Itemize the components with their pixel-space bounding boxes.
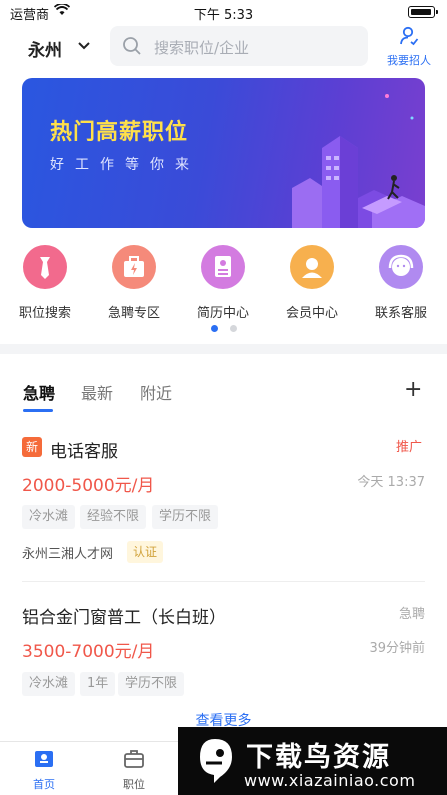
category-job-search[interactable]: 职位搜索 <box>6 245 84 321</box>
new-badge: 新 <box>22 437 42 457</box>
tie-icon <box>23 245 67 289</box>
tag-experience: 经验不限 <box>80 505 147 529</box>
page-dot-active <box>210 325 218 332</box>
recruit-button[interactable]: 我要招人 <box>382 26 436 68</box>
battery-icon <box>408 6 438 18</box>
job-salary: 2000-5000元/月 <box>22 476 155 496</box>
tag-location: 冷水滩 <box>22 505 76 529</box>
category-label: 职位搜索 <box>18 306 71 321</box>
urgent-bag-icon <box>112 245 156 289</box>
job-title[interactable]: 电话客服 <box>50 437 118 462</box>
add-icon[interactable]: + <box>404 377 422 402</box>
banner-subtitle: 好工作等你来 <box>50 157 200 173</box>
home-icon <box>33 751 55 774</box>
status-bar: 运营商 下午 5:33 <box>0 0 447 24</box>
category-service[interactable]: 联系客服 <box>362 245 440 321</box>
member-icon <box>290 245 334 289</box>
row-separator <box>22 581 425 582</box>
tab-urgent[interactable]: 急聘 <box>23 380 55 404</box>
recruit-icon <box>399 26 419 50</box>
tab-nearby[interactable]: 附近 <box>140 380 172 404</box>
page-dot <box>229 325 237 332</box>
tag-experience: 1年 <box>80 672 116 696</box>
tag-education: 学历不限 <box>152 505 219 529</box>
city-illustration <box>292 94 425 228</box>
service-icon <box>379 245 423 289</box>
category-resume[interactable]: 简历中心 <box>184 245 262 321</box>
promo-banner[interactable]: 热门高薪职位 好工作等你来 <box>22 78 425 228</box>
nav-home[interactable]: 首页 <box>14 748 74 792</box>
watermark-logo: 下载鸟资源 www.xiazainiao.com <box>178 727 447 795</box>
chevron-down-icon[interactable] <box>77 38 91 57</box>
nav-label: 首页 <box>33 778 55 791</box>
urgent-label: 急聘 <box>398 607 425 622</box>
job-time: 39分钟前 <box>369 641 425 656</box>
job-salary: 3500-7000元/月 <box>22 642 155 662</box>
tag-location: 冷水滩 <box>22 672 76 696</box>
banner-title: 热门高薪职位 <box>50 120 189 145</box>
verified-badge: 认证 <box>127 541 164 563</box>
company-name[interactable]: 永州三湘人才网 <box>22 543 113 562</box>
category-label: 简历中心 <box>196 306 249 321</box>
category-label: 会员中心 <box>285 306 338 321</box>
tag-education: 学历不限 <box>118 672 185 696</box>
watermark-text: 下载鸟资源 <box>246 742 391 773</box>
nav-jobs[interactable]: 职位 <box>104 748 164 792</box>
search-input[interactable]: 搜索职位/企业 <box>110 26 368 66</box>
city-selector[interactable]: 永州 <box>28 36 62 61</box>
section-divider <box>0 344 447 354</box>
promoted-label: 推广 <box>396 440 423 455</box>
page-indicator <box>0 325 447 332</box>
job-time: 今天 13:37 <box>357 475 425 490</box>
bird-logo-icon <box>200 739 232 783</box>
category-label: 急聘专区 <box>107 306 160 321</box>
search-placeholder: 搜索职位/企业 <box>154 39 250 57</box>
nav-label: 职位 <box>123 778 145 791</box>
job-title[interactable]: 铝合金门窗普工（长白班） <box>22 603 226 628</box>
active-tab-indicator <box>23 409 53 412</box>
briefcase-icon <box>123 750 145 774</box>
category-member[interactable]: 会员中心 <box>273 245 351 321</box>
resume-icon <box>201 245 245 289</box>
watermark-url: www.xiazainiao.com <box>244 771 416 790</box>
category-label: 联系客服 <box>374 306 427 321</box>
search-icon <box>122 36 142 60</box>
tab-latest[interactable]: 最新 <box>81 380 113 404</box>
clock: 下午 5:33 <box>193 8 254 23</box>
category-urgent[interactable]: 急聘专区 <box>95 245 173 321</box>
recruit-label: 我要招人 <box>387 54 431 67</box>
